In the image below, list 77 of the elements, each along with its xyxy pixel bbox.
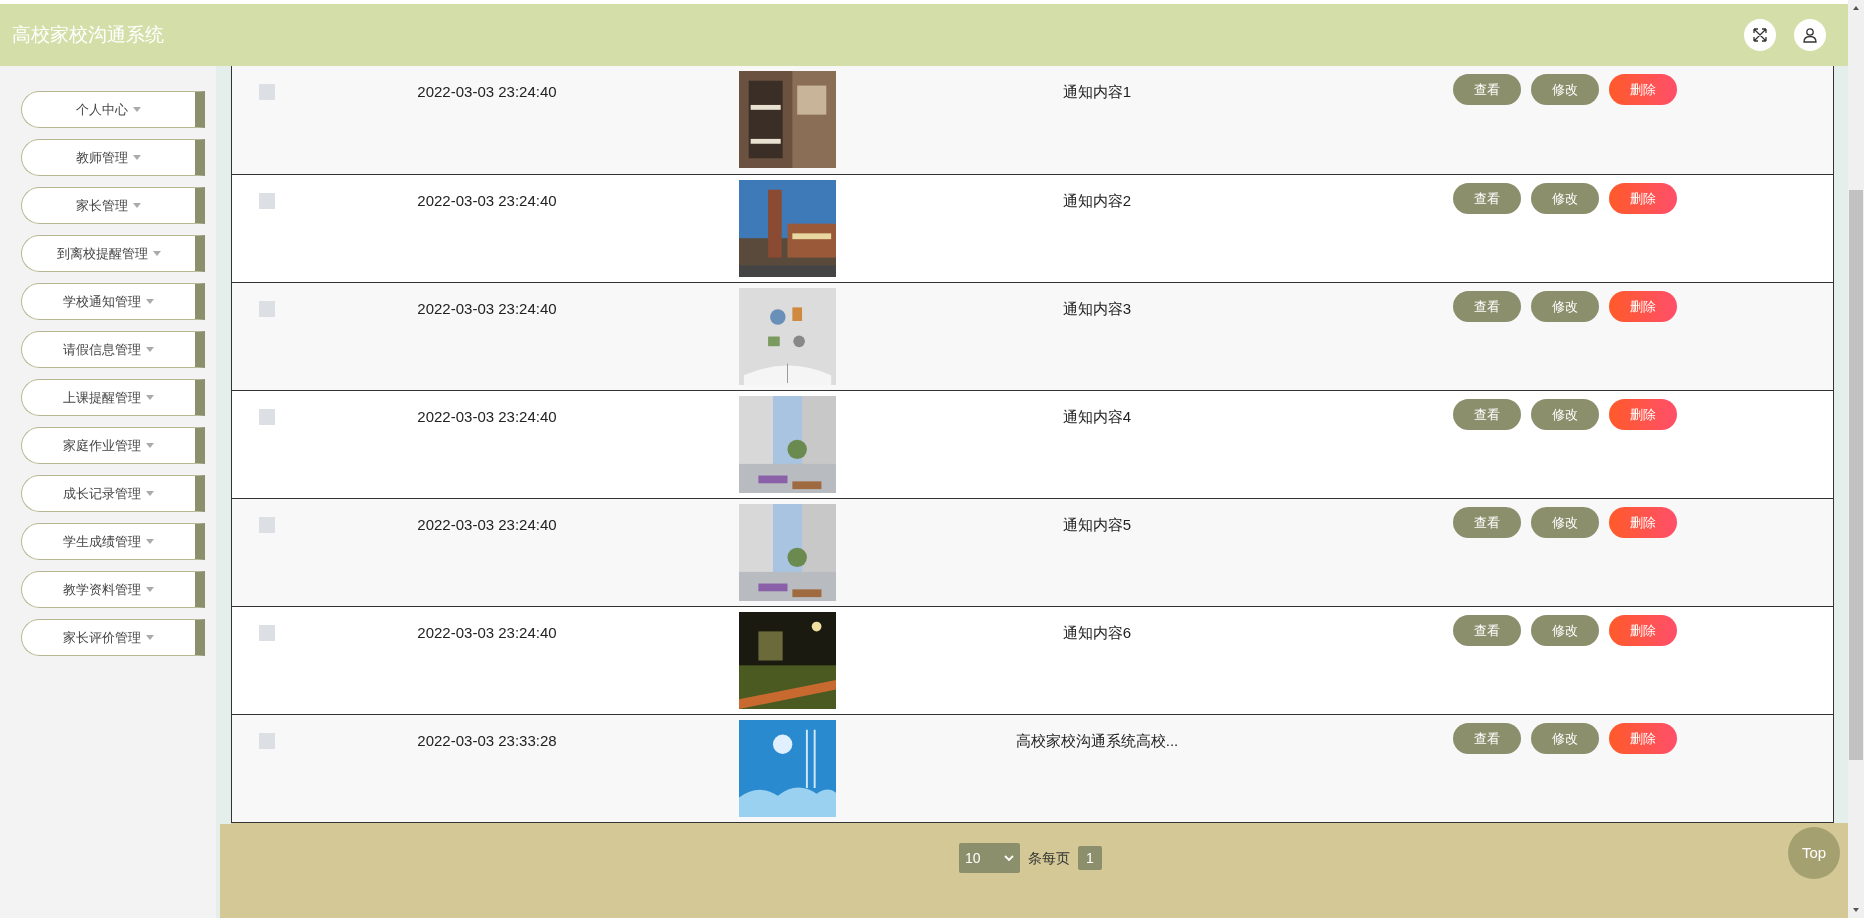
caret-icon bbox=[133, 203, 141, 208]
view-button[interactable]: 查看 bbox=[1453, 183, 1521, 214]
view-button[interactable]: 查看 bbox=[1453, 399, 1521, 430]
row-checkbox[interactable] bbox=[259, 301, 275, 317]
view-button[interactable]: 查看 bbox=[1453, 507, 1521, 538]
view-button[interactable]: 查看 bbox=[1453, 723, 1521, 754]
chevron-down-icon bbox=[1004, 854, 1014, 862]
row-checkbox[interactable] bbox=[259, 517, 275, 533]
delete-button[interactable]: 删除 bbox=[1609, 615, 1677, 646]
sidebar-menu-item[interactable]: 家长管理 bbox=[21, 187, 205, 224]
sidebar-menu-item[interactable]: 教师管理 bbox=[21, 139, 205, 176]
table-cell-text: 2022-03-03 23:24:40 bbox=[417, 407, 557, 427]
table-cell-text: 通知内容3 bbox=[1062, 299, 1132, 319]
sidebar-menu-item[interactable]: 到离校提醒管理 bbox=[21, 235, 205, 272]
edit-button[interactable]: 修改 bbox=[1531, 615, 1599, 646]
page-size-select[interactable]: 10 bbox=[959, 843, 1020, 873]
row-checkbox[interactable] bbox=[259, 733, 275, 749]
table-cell-text: 通知内容1 bbox=[1062, 82, 1132, 102]
table-cell-text: 2022-03-03 23:24:40 bbox=[417, 82, 557, 102]
edit-button[interactable]: 修改 bbox=[1531, 723, 1599, 754]
page-button[interactable]: 1 bbox=[1078, 846, 1102, 870]
table-cell-text: 通知内容6 bbox=[1062, 623, 1132, 643]
delete-button[interactable]: 删除 bbox=[1609, 74, 1677, 105]
table-cell-text: 通知内容5 bbox=[1062, 515, 1132, 535]
caret-icon bbox=[133, 107, 141, 112]
sidebar-menu-item[interactable]: 个人中心 bbox=[21, 91, 205, 128]
caret-icon bbox=[146, 299, 154, 304]
edit-button[interactable]: 修改 bbox=[1531, 291, 1599, 322]
table-cell-text: 2022-03-03 23:24:40 bbox=[417, 515, 557, 535]
view-button[interactable]: 查看 bbox=[1453, 291, 1521, 322]
caret-icon bbox=[133, 155, 141, 160]
sidebar-menu-item[interactable]: 家长评价管理 bbox=[21, 619, 205, 656]
edit-button[interactable]: 修改 bbox=[1531, 183, 1599, 214]
delete-button[interactable]: 删除 bbox=[1609, 183, 1677, 214]
sidebar-menu-item[interactable]: 家庭作业管理 bbox=[21, 427, 205, 464]
delete-button[interactable]: 删除 bbox=[1609, 507, 1677, 538]
view-button[interactable]: 查看 bbox=[1453, 74, 1521, 105]
user-icon bbox=[1802, 27, 1818, 43]
edit-button[interactable]: 修改 bbox=[1531, 399, 1599, 430]
back-to-top-button[interactable]: Top bbox=[1788, 827, 1840, 879]
caret-icon bbox=[146, 395, 154, 400]
view-button[interactable]: 查看 bbox=[1453, 615, 1521, 646]
delete-button[interactable]: 删除 bbox=[1609, 723, 1677, 754]
caret-icon bbox=[146, 539, 154, 544]
user-button[interactable] bbox=[1794, 19, 1826, 51]
row-checkbox[interactable] bbox=[259, 193, 275, 209]
table-cell-text: 2022-03-03 23:24:40 bbox=[417, 299, 557, 319]
table-cell-text: 2022-03-03 23:24:40 bbox=[417, 623, 557, 643]
caret-icon bbox=[146, 635, 154, 640]
table-cell-text: 2022-03-03 23:24:40 bbox=[417, 191, 557, 211]
table-cell-text: 高校家校沟通系统高校... bbox=[1015, 731, 1179, 751]
sidebar-menu-item[interactable]: 教学资料管理 bbox=[21, 571, 205, 608]
row-checkbox[interactable] bbox=[259, 84, 275, 100]
caret-icon bbox=[146, 491, 154, 496]
sidebar-menu-item[interactable]: 学校通知管理 bbox=[21, 283, 205, 320]
table-cell-text: 2022-03-03 23:33:28 bbox=[417, 731, 557, 751]
sidebar-menu-item[interactable]: 学生成绩管理 bbox=[21, 523, 205, 560]
caret-icon bbox=[146, 347, 154, 352]
delete-button[interactable]: 删除 bbox=[1609, 291, 1677, 322]
sidebar-menu-item[interactable]: 上课提醒管理 bbox=[21, 379, 205, 416]
sidebar-menu-item[interactable]: 请假信息管理 bbox=[21, 331, 205, 368]
table-cell-text: 通知内容4 bbox=[1062, 407, 1132, 427]
edit-button[interactable]: 修改 bbox=[1531, 507, 1599, 538]
fullscreen-icon bbox=[1752, 27, 1768, 43]
caret-icon bbox=[152, 251, 161, 256]
caret-icon bbox=[146, 587, 154, 592]
edit-button[interactable]: 修改 bbox=[1531, 74, 1599, 105]
sidebar-menu-item[interactable]: 成长记录管理 bbox=[21, 475, 205, 512]
scrollbar-thumb[interactable] bbox=[1849, 190, 1863, 760]
fullscreen-button[interactable] bbox=[1744, 19, 1776, 51]
row-checkbox[interactable] bbox=[259, 625, 275, 641]
per-page-label: 条每页 bbox=[1028, 848, 1070, 868]
table-cell-text: 通知内容2 bbox=[1062, 191, 1132, 211]
row-checkbox[interactable] bbox=[259, 409, 275, 425]
caret-icon bbox=[146, 443, 154, 448]
delete-button[interactable]: 删除 bbox=[1609, 399, 1677, 430]
app-title: 高校家校沟通系统 bbox=[12, 22, 164, 47]
